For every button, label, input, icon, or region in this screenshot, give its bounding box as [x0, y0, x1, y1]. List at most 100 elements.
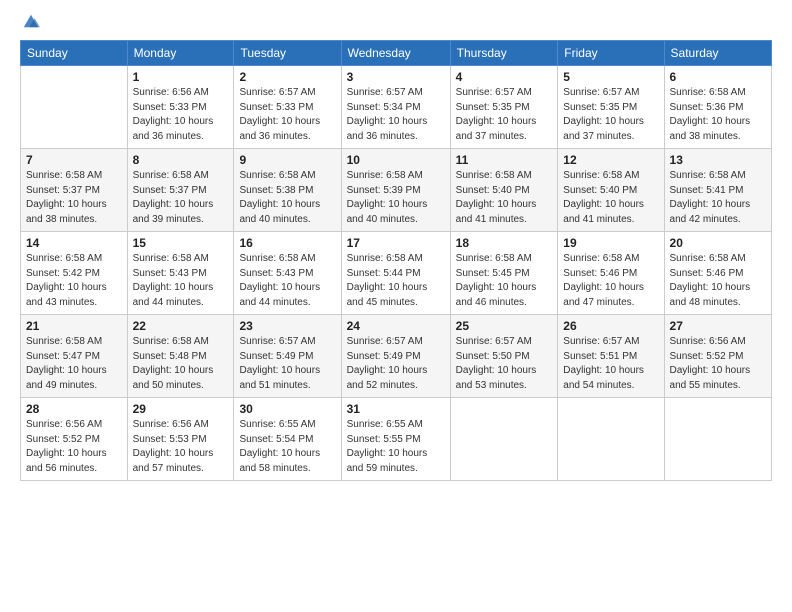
calendar-cell: 26 Sunrise: 6:57 AMSunset: 5:51 PMDayligh… [558, 315, 664, 398]
calendar-cell: 31 Sunrise: 6:55 AMSunset: 5:55 PMDayligh… [341, 398, 450, 481]
day-number: 5 [563, 70, 658, 84]
day-number: 6 [670, 70, 766, 84]
calendar-week-row: 14 Sunrise: 6:58 AMSunset: 5:42 PMDayligh… [21, 232, 772, 315]
calendar-cell: 13Sunrise: 6:58 AMSunset: 5:41 PMDayligh… [664, 149, 771, 232]
day-info: Sunrise: 6:58 AMSunset: 5:39 PMDaylight:… [347, 169, 445, 227]
calendar-cell: 29Sunrise: 6:56 AMSunset: 5:53 PMDayligh… [127, 398, 234, 481]
day-info: Sunrise: 6:58 AMSunset: 5:37 PMDaylight:… [26, 169, 122, 227]
calendar-week-row: 1 Sunrise: 6:56 AMSunset: 5:33 PMDaylight… [21, 66, 772, 149]
day-number: 29 [133, 402, 229, 416]
calendar-header-thursday: Thursday [450, 41, 558, 66]
calendar-cell: 4 Sunrise: 6:57 AMSunset: 5:35 PMDaylight… [450, 66, 558, 149]
day-number: 20 [670, 236, 766, 250]
day-number: 13 [670, 153, 766, 167]
calendar-cell: 27Sunrise: 6:56 AMSunset: 5:52 PMDayligh… [664, 315, 771, 398]
calendar-header-friday: Friday [558, 41, 664, 66]
day-number: 28 [26, 402, 122, 416]
day-info: Sunrise: 6:58 AMSunset: 5:43 PMDaylight:… [133, 252, 229, 310]
calendar-week-row: 21 Sunrise: 6:58 AMSunset: 5:47 PMDayligh… [21, 315, 772, 398]
day-number: 15 [133, 236, 229, 250]
day-number: 1 [133, 70, 229, 84]
calendar-cell: 15 Sunrise: 6:58 AMSunset: 5:43 PMDayligh… [127, 232, 234, 315]
day-number: 17 [347, 236, 445, 250]
day-info: Sunrise: 6:57 AMSunset: 5:49 PMDaylight:… [239, 335, 335, 393]
calendar-cell: 30Sunrise: 6:55 AMSunset: 5:54 PMDayligh… [234, 398, 341, 481]
day-info: Sunrise: 6:56 AMSunset: 5:33 PMDaylight:… [133, 86, 229, 144]
day-number: 12 [563, 153, 658, 167]
day-info: Sunrise: 6:58 AMSunset: 5:42 PMDaylight:… [26, 252, 122, 310]
day-info: Sunrise: 6:55 AMSunset: 5:55 PMDaylight:… [347, 418, 445, 476]
day-info: Sunrise: 6:58 AMSunset: 5:46 PMDaylight:… [563, 252, 658, 310]
calendar-header-row: SundayMondayTuesdayWednesdayThursdayFrid… [21, 41, 772, 66]
day-info: Sunrise: 6:57 AMSunset: 5:33 PMDaylight:… [239, 86, 335, 144]
calendar-cell: 23 Sunrise: 6:57 AMSunset: 5:49 PMDayligh… [234, 315, 341, 398]
day-number: 9 [239, 153, 335, 167]
day-info: Sunrise: 6:57 AMSunset: 5:51 PMDaylight:… [563, 335, 658, 393]
calendar-header-monday: Monday [127, 41, 234, 66]
day-number: 14 [26, 236, 122, 250]
calendar-cell: 21 Sunrise: 6:58 AMSunset: 5:47 PMDayligh… [21, 315, 128, 398]
calendar-cell: 19 Sunrise: 6:58 AMSunset: 5:46 PMDayligh… [558, 232, 664, 315]
day-info: Sunrise: 6:58 AMSunset: 5:40 PMDaylight:… [563, 169, 658, 227]
day-info: Sunrise: 6:58 AMSunset: 5:47 PMDaylight:… [26, 335, 122, 393]
day-number: 7 [26, 153, 122, 167]
calendar-cell: 5 Sunrise: 6:57 AMSunset: 5:35 PMDaylight… [558, 66, 664, 149]
day-info: Sunrise: 6:58 AMSunset: 5:40 PMDaylight:… [456, 169, 553, 227]
day-info: Sunrise: 6:57 AMSunset: 5:35 PMDaylight:… [563, 86, 658, 144]
day-info: Sunrise: 6:55 AMSunset: 5:54 PMDaylight:… [239, 418, 335, 476]
day-number: 26 [563, 319, 658, 333]
day-info: Sunrise: 6:57 AMSunset: 5:35 PMDaylight:… [456, 86, 553, 144]
calendar-cell: 20 Sunrise: 6:58 AMSunset: 5:46 PMDayligh… [664, 232, 771, 315]
calendar-cell: 14 Sunrise: 6:58 AMSunset: 5:42 PMDayligh… [21, 232, 128, 315]
calendar-cell: 16Sunrise: 6:58 AMSunset: 5:43 PMDayligh… [234, 232, 341, 315]
day-info: Sunrise: 6:58 AMSunset: 5:38 PMDaylight:… [239, 169, 335, 227]
day-info: Sunrise: 6:57 AMSunset: 5:49 PMDaylight:… [347, 335, 445, 393]
day-number: 19 [563, 236, 658, 250]
day-number: 23 [239, 319, 335, 333]
calendar-cell: 24Sunrise: 6:57 AMSunset: 5:49 PMDayligh… [341, 315, 450, 398]
day-info: Sunrise: 6:58 AMSunset: 5:36 PMDaylight:… [670, 86, 766, 144]
day-number: 21 [26, 319, 122, 333]
calendar-cell: 6 Sunrise: 6:58 AMSunset: 5:36 PMDaylight… [664, 66, 771, 149]
logo-icon [22, 12, 40, 30]
calendar-header-sunday: Sunday [21, 41, 128, 66]
calendar-cell: 1 Sunrise: 6:56 AMSunset: 5:33 PMDaylight… [127, 66, 234, 149]
logo [20, 16, 40, 30]
day-number: 10 [347, 153, 445, 167]
calendar-cell [21, 66, 128, 149]
calendar-cell: 28Sunrise: 6:56 AMSunset: 5:52 PMDayligh… [21, 398, 128, 481]
calendar-cell: 7 Sunrise: 6:58 AMSunset: 5:37 PMDaylight… [21, 149, 128, 232]
calendar-cell [450, 398, 558, 481]
day-number: 8 [133, 153, 229, 167]
day-number: 2 [239, 70, 335, 84]
calendar-cell: 11Sunrise: 6:58 AMSunset: 5:40 PMDayligh… [450, 149, 558, 232]
day-info: Sunrise: 6:58 AMSunset: 5:46 PMDaylight:… [670, 252, 766, 310]
calendar-header-wednesday: Wednesday [341, 41, 450, 66]
calendar-cell: 2 Sunrise: 6:57 AMSunset: 5:33 PMDaylight… [234, 66, 341, 149]
calendar-cell [664, 398, 771, 481]
day-number: 22 [133, 319, 229, 333]
day-info: Sunrise: 6:57 AMSunset: 5:34 PMDaylight:… [347, 86, 445, 144]
calendar-cell: 17 Sunrise: 6:58 AMSunset: 5:44 PMDayligh… [341, 232, 450, 315]
page: SundayMondayTuesdayWednesdayThursdayFrid… [0, 0, 792, 612]
calendar-cell: 10 Sunrise: 6:58 AMSunset: 5:39 PMDayligh… [341, 149, 450, 232]
calendar-cell: 18Sunrise: 6:58 AMSunset: 5:45 PMDayligh… [450, 232, 558, 315]
day-number: 3 [347, 70, 445, 84]
day-number: 16 [239, 236, 335, 250]
calendar-cell: 22Sunrise: 6:58 AMSunset: 5:48 PMDayligh… [127, 315, 234, 398]
calendar-cell: 8 Sunrise: 6:58 AMSunset: 5:37 PMDaylight… [127, 149, 234, 232]
calendar-table: SundayMondayTuesdayWednesdayThursdayFrid… [20, 40, 772, 481]
day-info: Sunrise: 6:56 AMSunset: 5:52 PMDaylight:… [670, 335, 766, 393]
calendar-cell: 12 Sunrise: 6:58 AMSunset: 5:40 PMDayligh… [558, 149, 664, 232]
day-info: Sunrise: 6:58 AMSunset: 5:44 PMDaylight:… [347, 252, 445, 310]
calendar-cell [558, 398, 664, 481]
calendar-week-row: 28Sunrise: 6:56 AMSunset: 5:52 PMDayligh… [21, 398, 772, 481]
day-number: 25 [456, 319, 553, 333]
calendar-week-row: 7 Sunrise: 6:58 AMSunset: 5:37 PMDaylight… [21, 149, 772, 232]
header [20, 16, 772, 30]
calendar-header-saturday: Saturday [664, 41, 771, 66]
day-number: 4 [456, 70, 553, 84]
day-number: 31 [347, 402, 445, 416]
day-info: Sunrise: 6:58 AMSunset: 5:37 PMDaylight:… [133, 169, 229, 227]
day-number: 18 [456, 236, 553, 250]
